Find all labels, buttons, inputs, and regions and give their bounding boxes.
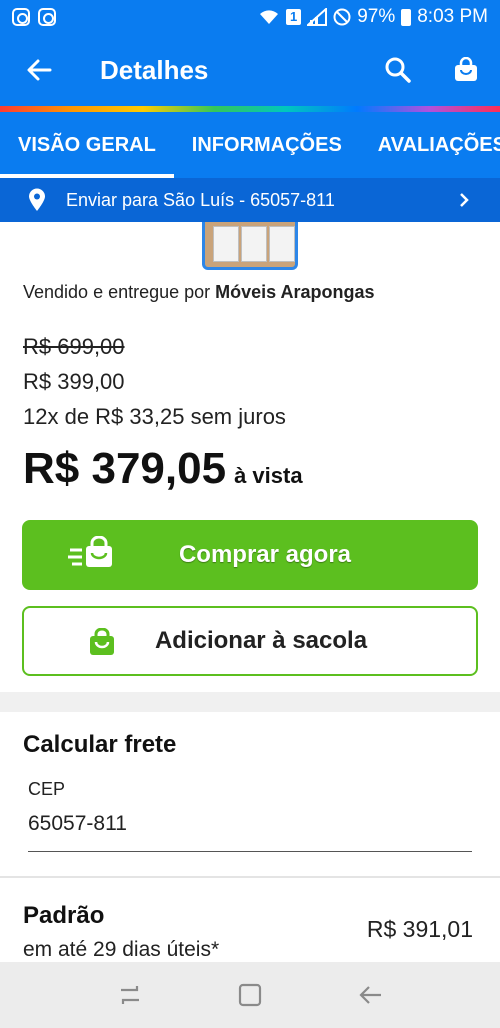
notification-icons <box>12 8 56 26</box>
chevron-right-icon <box>460 193 469 207</box>
installments: 12x de R$ 33,25 sem juros <box>23 404 286 429</box>
add-to-bag-button[interactable]: Adicionar à sacola <box>22 606 478 676</box>
divider <box>0 876 500 878</box>
search-button[interactable] <box>364 34 432 106</box>
shipping-option-name: Padrão <box>23 902 105 929</box>
home-button[interactable] <box>220 965 280 1025</box>
signal-icon <box>307 8 328 26</box>
system-nav-bar <box>0 962 500 1028</box>
wardrobe-door <box>269 226 295 262</box>
back-arrow-icon <box>359 986 381 1004</box>
product-thumbnail[interactable] <box>202 222 298 270</box>
system-icons: 1 97% 8:03 PM <box>258 6 488 28</box>
shipping-option-time: em até 29 dias úteis* <box>23 938 220 961</box>
section-divider <box>0 692 500 712</box>
fast-bag-icon <box>68 536 112 567</box>
tab-bar: VISÃO GERAL INFORMAÇÕES AVALIAÇÕES <box>0 112 500 178</box>
tab-informacoes[interactable]: INFORMAÇÕES <box>174 112 360 178</box>
seller-name[interactable]: Móveis Arapongas <box>215 282 374 302</box>
cep-label: CEP <box>28 779 66 799</box>
clock: 8:03 PM <box>417 6 488 27</box>
tab-avaliacoes[interactable]: AVALIAÇÕES <box>360 112 500 178</box>
buy-now-button[interactable]: Comprar agora <box>22 520 478 590</box>
instagram-icon <box>38 8 56 26</box>
battery-icon <box>401 8 412 26</box>
tab-visao-geral[interactable]: VISÃO GERAL <box>0 112 174 178</box>
app-actions <box>364 34 500 106</box>
shipping-option-price: R$ 391,01 <box>366 916 473 942</box>
freight-title: Calcular frete <box>23 731 177 758</box>
page-title: Detalhes <box>100 54 209 85</box>
cash-price-suffix: à vista <box>234 463 303 488</box>
seller-info: Vendido e entregue por Móveis Arapongas <box>23 282 375 303</box>
home-icon <box>238 983 262 1007</box>
battery-percent: 97% <box>357 6 396 27</box>
search-icon <box>385 57 411 83</box>
wifi-icon <box>259 10 278 24</box>
sim-badge: 1 <box>285 9 302 25</box>
wardrobe-door <box>241 226 267 262</box>
shopping-bag-icon <box>90 628 114 655</box>
cash-price: R$ 379,05 à vista <box>23 444 303 494</box>
back-arrow-icon <box>27 59 52 81</box>
cep-input[interactable]: 65057-811 <box>28 812 472 852</box>
price: R$ 399,00 <box>23 369 125 394</box>
recents-button[interactable] <box>100 965 160 1025</box>
app-bar: Detalhes <box>0 34 500 106</box>
shopping-bag-icon <box>455 57 477 81</box>
old-price: R$ 699,00 <box>23 334 125 359</box>
shipping-destination: Enviar para São Luís - 65057-811 <box>66 189 335 210</box>
status-bar: 1 97% 8:03 PM <box>0 0 500 34</box>
instagram-icon <box>12 8 30 26</box>
dnd-icon <box>333 8 351 26</box>
system-back-button[interactable] <box>340 965 400 1025</box>
seller-prefix: Vendido e entregue por <box>23 282 211 302</box>
back-button[interactable] <box>0 34 78 106</box>
location-pin-icon <box>29 188 45 211</box>
cart-button[interactable] <box>432 34 500 106</box>
wardrobe-door <box>213 226 239 262</box>
shipping-location-bar[interactable]: Enviar para São Luís - 65057-811 <box>0 178 500 222</box>
recents-icon <box>121 986 139 1004</box>
cash-price-value: R$ 379,05 <box>23 444 227 493</box>
